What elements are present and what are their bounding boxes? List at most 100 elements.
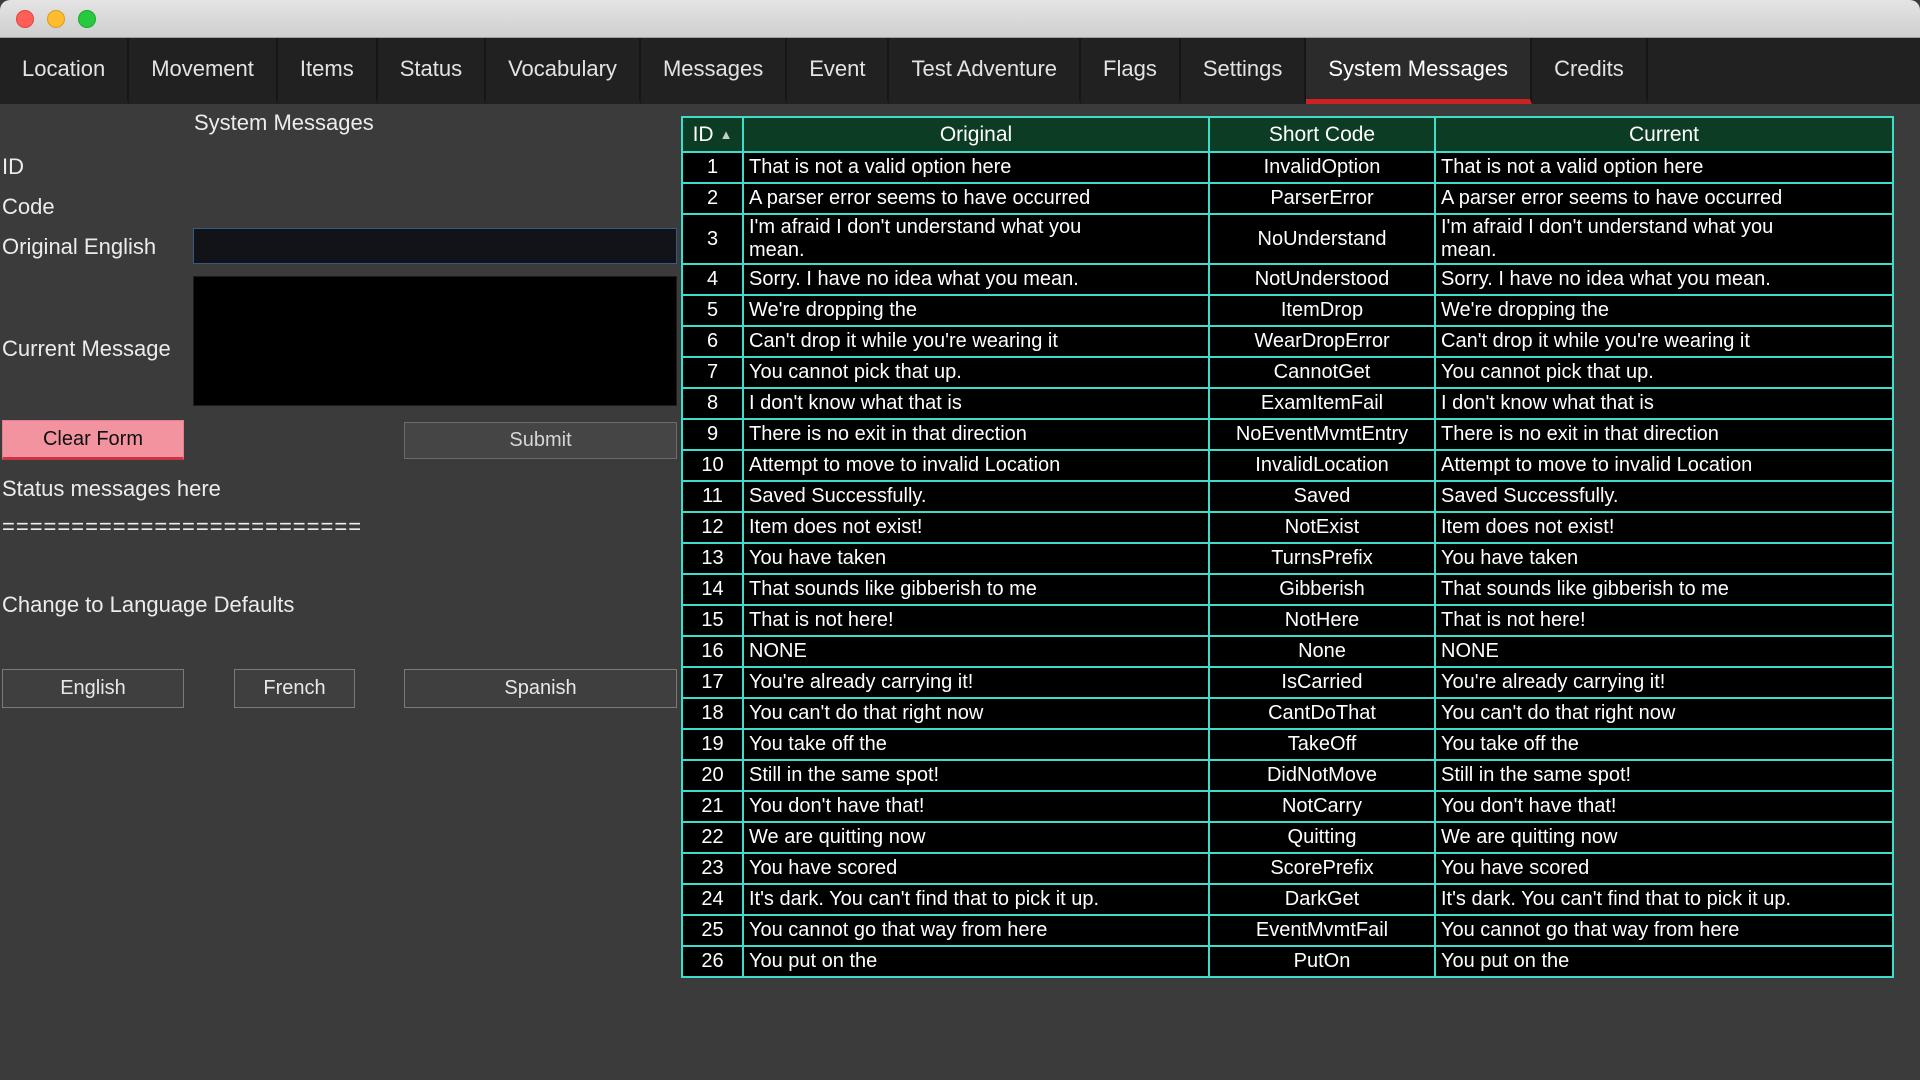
cell-current: You're already carrying it! (1435, 667, 1893, 698)
submit-button[interactable]: Submit (404, 422, 677, 459)
status-divider: ========================== (2, 514, 362, 540)
column-header-id[interactable]: ID▲ (682, 117, 743, 152)
tab-location[interactable]: Location (0, 38, 129, 104)
tab-credits[interactable]: Credits (1532, 38, 1648, 104)
cell-current: I'm afraid I don't understand what you m… (1435, 214, 1893, 264)
cell-original: That is not a valid option here (743, 152, 1209, 183)
cell-id: 12 (682, 512, 743, 543)
column-header-original[interactable]: Original (743, 117, 1209, 152)
message-row[interactable]: 9There is no exit in that directionNoEve… (682, 419, 1893, 450)
cell-original: You put on the (743, 946, 1209, 977)
cell-current: You put on the (1435, 946, 1893, 977)
tab-event[interactable]: Event (787, 38, 889, 104)
cell-current: We are quitting now (1435, 822, 1893, 853)
message-row[interactable]: 15That is not here!NotHereThat is not he… (682, 605, 1893, 636)
message-row[interactable]: 1That is not a valid option hereInvalidO… (682, 152, 1893, 183)
message-row[interactable]: 14That sounds like gibberish to meGibber… (682, 574, 1893, 605)
cell-short-code: WearDropError (1209, 326, 1435, 357)
message-row[interactable]: 6Can't drop it while you're wearing itWe… (682, 326, 1893, 357)
message-row[interactable]: 24It's dark. You can't find that to pick… (682, 884, 1893, 915)
message-row[interactable]: 19You take off theTakeOffYou take off th… (682, 729, 1893, 760)
message-row[interactable]: 20Still in the same spot!DidNotMoveStill… (682, 760, 1893, 791)
french-default-button[interactable]: French (234, 669, 355, 708)
cell-short-code: NoUnderstand (1209, 214, 1435, 264)
cell-current: That sounds like gibberish to me (1435, 574, 1893, 605)
message-row[interactable]: 3I'm afraid I don't understand what you … (682, 214, 1893, 264)
message-row[interactable]: 17You're already carrying it!IsCarriedYo… (682, 667, 1893, 698)
message-row[interactable]: 7You cannot pick that up.CannotGetYou ca… (682, 357, 1893, 388)
cell-short-code: IsCarried (1209, 667, 1435, 698)
cell-current: That is not here! (1435, 605, 1893, 636)
message-row[interactable]: 11Saved Successfully.SavedSaved Successf… (682, 481, 1893, 512)
tab-settings[interactable]: Settings (1181, 38, 1307, 104)
cell-id: 13 (682, 543, 743, 574)
message-row[interactable]: 5We're dropping theItemDropWe're droppin… (682, 295, 1893, 326)
cell-current: Saved Successfully. (1435, 481, 1893, 512)
tab-system-messages[interactable]: System Messages (1306, 38, 1532, 104)
tab-status[interactable]: Status (378, 38, 486, 104)
cell-original: You have scored (743, 853, 1209, 884)
english-default-button[interactable]: English (2, 669, 184, 708)
cell-id: 1 (682, 152, 743, 183)
spanish-default-button[interactable]: Spanish (404, 669, 677, 708)
tab-movement[interactable]: Movement (129, 38, 278, 104)
tab-items[interactable]: Items (278, 38, 378, 104)
cell-current: You have taken (1435, 543, 1893, 574)
cell-id: 18 (682, 698, 743, 729)
cell-short-code: EventMvmtFail (1209, 915, 1435, 946)
cell-id: 11 (682, 481, 743, 512)
cell-current: There is no exit in that direction (1435, 419, 1893, 450)
cell-id: 7 (682, 357, 743, 388)
cell-original: NONE (743, 636, 1209, 667)
cell-original: You don't have that! (743, 791, 1209, 822)
column-header-short-code[interactable]: Short Code (1209, 117, 1435, 152)
message-row[interactable]: 22We are quitting nowQuittingWe are quit… (682, 822, 1893, 853)
cell-short-code: NotCarry (1209, 791, 1435, 822)
cell-original: We're dropping the (743, 295, 1209, 326)
close-window-button[interactable] (16, 10, 34, 28)
original-english-input[interactable] (193, 228, 677, 264)
column-header-current[interactable]: Current (1435, 117, 1893, 152)
message-row[interactable]: 2A parser error seems to have occurredPa… (682, 183, 1893, 214)
cell-current: Item does not exist! (1435, 512, 1893, 543)
message-row[interactable]: 23You have scoredScorePrefixYou have sco… (682, 853, 1893, 884)
message-row[interactable]: 26You put on thePutOnYou put on the (682, 946, 1893, 977)
zoom-window-button[interactable] (78, 10, 96, 28)
id-label: ID (2, 154, 24, 180)
cell-id: 2 (682, 183, 743, 214)
tab-bar: LocationMovementItemsStatusVocabularyMes… (0, 38, 1920, 104)
cell-short-code: None (1209, 636, 1435, 667)
message-row[interactable]: 21You don't have that!NotCarryYou don't … (682, 791, 1893, 822)
cell-current: You don't have that! (1435, 791, 1893, 822)
tab-messages[interactable]: Messages (641, 38, 787, 104)
message-row[interactable]: 10Attempt to move to invalid LocationInv… (682, 450, 1893, 481)
tab-flags[interactable]: Flags (1081, 38, 1181, 104)
message-row[interactable]: 25You cannot go that way from hereEventM… (682, 915, 1893, 946)
cell-current: You cannot pick that up. (1435, 357, 1893, 388)
clear-form-button[interactable]: Clear Form (2, 420, 184, 460)
cell-original: I'm afraid I don't understand what you m… (743, 214, 1209, 264)
cell-current: Attempt to move to invalid Location (1435, 450, 1893, 481)
message-row[interactable]: 12Item does not exist!NotExistItem does … (682, 512, 1893, 543)
cell-short-code: ItemDrop (1209, 295, 1435, 326)
tab-vocabulary[interactable]: Vocabulary (486, 38, 641, 104)
minimize-window-button[interactable] (47, 10, 65, 28)
cell-short-code: NotExist (1209, 512, 1435, 543)
message-row[interactable]: 16NONENoneNONE (682, 636, 1893, 667)
cell-original: It's dark. You can't find that to pick i… (743, 884, 1209, 915)
cell-original: You cannot pick that up. (743, 357, 1209, 388)
code-label: Code (2, 194, 55, 220)
app-window: LocationMovementItemsStatusVocabularyMes… (0, 0, 1920, 1080)
column-header-id-label: ID (693, 123, 714, 146)
message-row[interactable]: 4Sorry. I have no idea what you mean.Not… (682, 264, 1893, 295)
message-row[interactable]: 8I don't know what that isExamItemFailI … (682, 388, 1893, 419)
message-row[interactable]: 18You can't do that right nowCantDoThatY… (682, 698, 1893, 729)
cell-short-code: InvalidLocation (1209, 450, 1435, 481)
cell-current: It's dark. You can't find that to pick i… (1435, 884, 1893, 915)
table-header-row: ID▲ Original Short Code Current (682, 117, 1893, 152)
cell-id: 22 (682, 822, 743, 853)
message-row[interactable]: 13You have takenTurnsPrefixYou have take… (682, 543, 1893, 574)
current-message-textarea[interactable] (193, 276, 677, 406)
cell-short-code: InvalidOption (1209, 152, 1435, 183)
tab-test-adventure[interactable]: Test Adventure (889, 38, 1081, 104)
